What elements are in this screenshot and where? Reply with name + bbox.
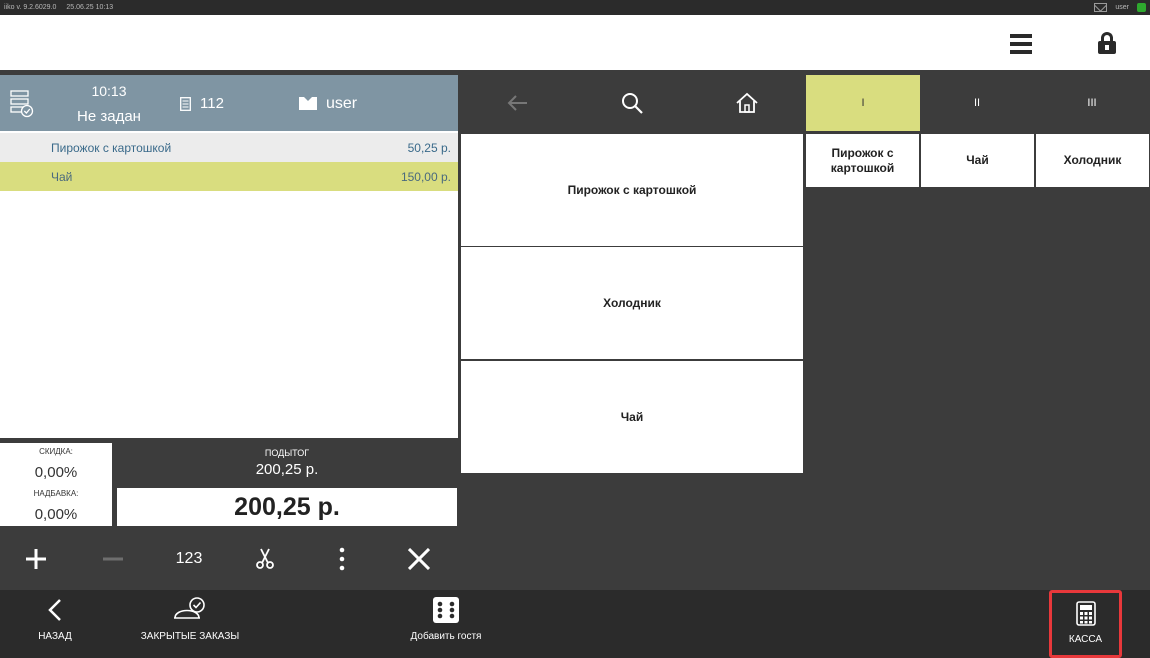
numpad-button[interactable]: 123 [159, 541, 219, 577]
arrow-left-icon[interactable] [506, 91, 530, 115]
top-header [0, 15, 1150, 72]
more-button[interactable] [312, 541, 372, 577]
search-icon[interactable] [620, 91, 644, 115]
split-button[interactable] [235, 541, 295, 577]
surcharge-label: НАДБАВКА: [33, 489, 79, 498]
bottom-bar: НАЗАД ЗАКРЫТЫЕ ЗАКАЗЫ Добавить гостя КАС… [0, 590, 1150, 658]
discount-label: СКИДКА: [39, 447, 73, 456]
order-item-name: Чай [51, 169, 73, 184]
minus-icon [103, 557, 123, 561]
quick-item-tile[interactable]: Чай [921, 134, 1034, 187]
order-item-price: 50,25 р. [407, 140, 451, 155]
surcharge-value: 0,00% [34, 506, 78, 523]
hamburger-menu-icon[interactable] [1010, 34, 1032, 54]
title-bar-right: user [1094, 0, 1146, 15]
discount-panel[interactable]: СКИДКА: 0,00% НАДБАВКА: 0,00% [0, 443, 112, 526]
closed-orders-icon [174, 597, 205, 619]
order-item-row-selected[interactable]: Чай 150,00 р. [0, 162, 458, 191]
document-icon [180, 97, 191, 111]
app-version: iiko v. 9.2.6029.0 [4, 4, 57, 11]
order-number: 112 [200, 95, 224, 112]
order-total: 200,25 р. [117, 488, 457, 526]
delete-button[interactable] [389, 541, 449, 577]
discount-value: 0,00% [34, 464, 78, 481]
order-time: 10:13 [91, 83, 127, 99]
dice-icon [433, 597, 459, 623]
order-item-name: Пирожок с картошкой [51, 140, 172, 155]
close-icon [408, 548, 430, 570]
title-bar: iiko v. 9.2.6029.0 25.06.25 10:13 user [0, 0, 1150, 15]
back-label: НАЗАД [38, 631, 72, 642]
subtotal-label: ПОДЫТОГ [264, 448, 310, 458]
plus-button[interactable] [6, 541, 66, 577]
minus-button[interactable] [83, 541, 143, 577]
status-indicator [1137, 3, 1146, 12]
category-tab-2[interactable]: II [920, 75, 1034, 131]
product-tile[interactable]: Чай [461, 361, 803, 473]
date-time: 25.06.25 10:13 [66, 4, 114, 11]
waiter-name: user [326, 95, 358, 112]
closed-orders-label: ЗАКРЫТЫЕ ЗАКАЗЫ [140, 631, 240, 642]
subtotal-value: 200,25 р. [255, 461, 319, 478]
more-vertical-icon [339, 547, 345, 571]
order-item-row[interactable]: Пирожок с картошкой 50,25 р. [0, 133, 458, 162]
order-item-price: 150,00 р. [400, 169, 451, 184]
back-button[interactable]: НАЗАД [15, 590, 95, 658]
order-list-icon[interactable] [10, 90, 34, 118]
current-user: user [1115, 4, 1129, 11]
waiter-icon [299, 97, 317, 110]
quick-item-tile[interactable]: Пирожок с картошкой [806, 134, 919, 187]
add-guest-button[interactable]: Добавить гостя [400, 590, 492, 658]
product-tile[interactable]: Пирожок с картошкой [461, 134, 803, 246]
plus-icon [26, 549, 46, 569]
product-tile[interactable]: Холодник [461, 247, 803, 359]
cash-register-button[interactable]: КАССА [1049, 590, 1122, 658]
add-guest-label: Добавить гостя [410, 631, 482, 642]
mail-icon[interactable] [1094, 3, 1108, 12]
lock-icon[interactable] [1097, 32, 1117, 54]
home-icon[interactable] [735, 91, 759, 115]
order-items-list: Пирожок с картошкой 50,25 р. Чай 150,00 … [0, 131, 458, 438]
chevron-left-icon [48, 599, 61, 621]
calculator-icon [1075, 601, 1096, 626]
category-tab-1[interactable]: I [806, 75, 920, 131]
quick-item-tile[interactable]: Холодник [1036, 134, 1149, 187]
menu-navigation [461, 75, 804, 131]
closed-orders-button[interactable]: ЗАКРЫТЫЕ ЗАКАЗЫ [140, 590, 240, 658]
scissors-icon [256, 548, 274, 569]
table-name[interactable]: Не задан [60, 108, 158, 125]
cash-label: КАССА [1068, 634, 1103, 645]
category-tab-3[interactable]: III [1035, 75, 1149, 131]
order-header: 10:13 Не задан 112 user [0, 75, 458, 131]
